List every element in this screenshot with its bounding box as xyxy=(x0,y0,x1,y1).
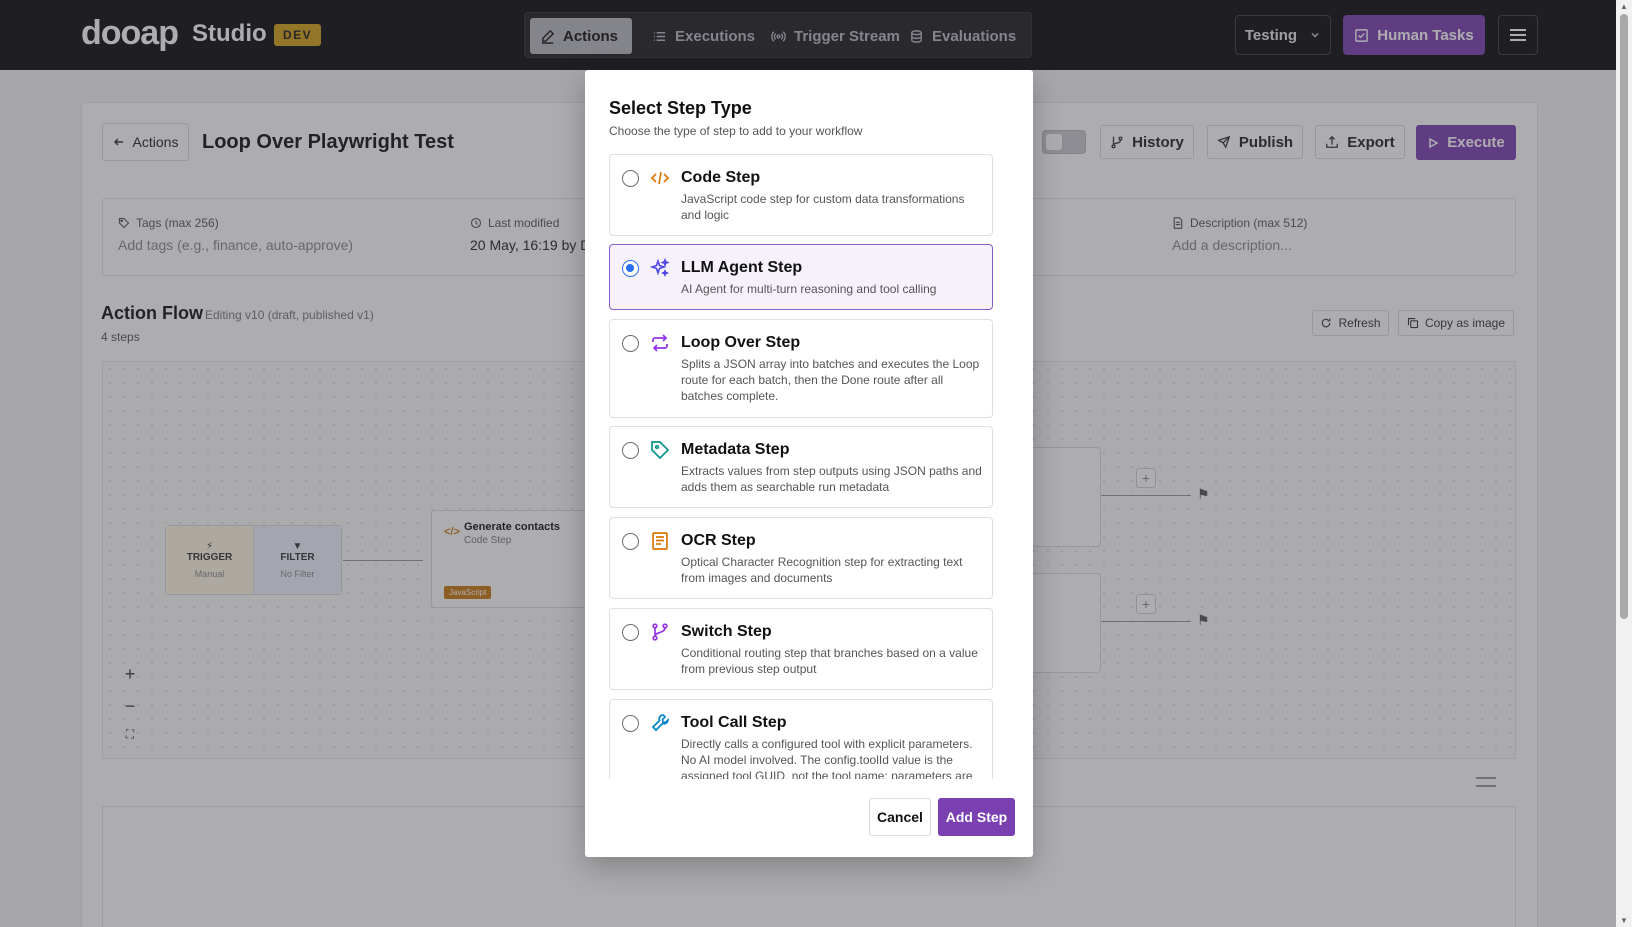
radio-button[interactable] xyxy=(622,335,639,352)
step-option-desc: Splits a JSON array into batches and exe… xyxy=(681,357,980,403)
step-option-ocr[interactable]: OCR Step Optical Character Recognition s… xyxy=(609,517,993,599)
step-option-desc: Directly calls a configured tool with ex… xyxy=(681,737,973,779)
page-scrollbar[interactable]: ▲ ▼ xyxy=(1616,0,1632,927)
radio-button[interactable] xyxy=(622,715,639,732)
radio-button[interactable] xyxy=(622,533,639,550)
radio-button[interactable] xyxy=(622,624,639,641)
radio-button[interactable] xyxy=(622,442,639,459)
step-option-desc: AI Agent for multi-turn reasoning and to… xyxy=(681,282,937,296)
select-step-type-modal: Select Step Type Choose the type of step… xyxy=(585,70,1033,857)
step-option-name: Switch Step xyxy=(681,623,772,640)
modal-title: Select Step Type xyxy=(609,98,752,118)
document-scan-icon xyxy=(650,531,670,551)
tag-icon xyxy=(650,440,670,460)
step-option-desc: Conditional routing step that branches b… xyxy=(681,646,978,676)
step-option-metadata[interactable]: Metadata Step Extracts values from step … xyxy=(609,426,993,508)
code-icon xyxy=(650,168,670,188)
sparkles-icon xyxy=(650,258,670,278)
step-option-switch[interactable]: Switch Step Conditional routing step tha… xyxy=(609,608,993,690)
step-option-desc: Optical Character Recognition step for e… xyxy=(681,555,963,585)
radio-button[interactable] xyxy=(622,170,639,187)
step-option-loop-over[interactable]: Loop Over Step Splits a JSON array into … xyxy=(609,319,993,418)
git-branch-icon xyxy=(650,622,670,642)
cancel-button[interactable]: Cancel xyxy=(869,798,931,836)
wrench-icon xyxy=(650,713,670,733)
step-option-code[interactable]: Code Step JavaScript code step for custo… xyxy=(609,154,993,236)
modal-subtitle: Choose the type of step to add to your w… xyxy=(609,124,863,138)
step-option-name: Metadata Step xyxy=(681,441,790,458)
page-scrollbar-thumb[interactable] xyxy=(1620,14,1628,619)
step-type-list[interactable]: Code Step JavaScript code step for custo… xyxy=(609,154,1007,779)
scroll-up-arrow-icon[interactable]: ▲ xyxy=(1620,2,1628,11)
step-option-desc: Extracts values from step outputs using … xyxy=(681,464,982,494)
step-option-llm-agent[interactable]: LLM Agent Step AI Agent for multi-turn r… xyxy=(609,244,993,310)
step-option-name: LLM Agent Step xyxy=(681,259,803,276)
repeat-icon xyxy=(650,333,670,353)
step-option-name: Code Step xyxy=(681,169,761,186)
step-option-name: Loop Over Step xyxy=(681,334,801,351)
scroll-down-arrow-icon[interactable]: ▼ xyxy=(1620,916,1628,925)
step-option-name: OCR Step xyxy=(681,532,756,549)
add-step-button[interactable]: Add Step xyxy=(938,798,1015,836)
radio-button-checked[interactable] xyxy=(622,260,639,277)
step-option-name: Tool Call Step xyxy=(681,714,787,731)
step-option-tool-call[interactable]: Tool Call Step Directly calls a configur… xyxy=(609,699,993,779)
step-option-desc: JavaScript code step for custom data tra… xyxy=(681,192,965,222)
